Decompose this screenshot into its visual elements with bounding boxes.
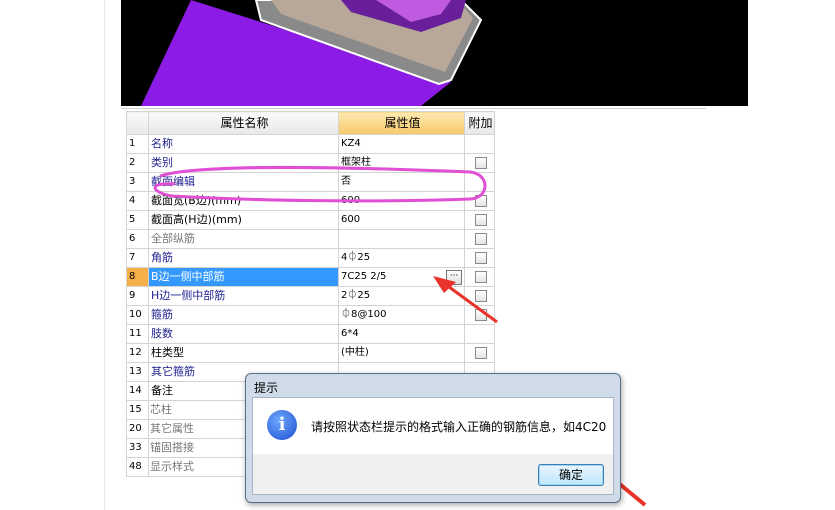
arrow-value xyxy=(433,276,498,324)
prompt-dialog: 提示 i 请按照状态栏提示的格式输入正确的钢筋信息，如4C20 确定 xyxy=(245,373,621,503)
dialog-footer: 确定 xyxy=(252,454,614,495)
dialog-message: 请按照状态栏提示的格式输入正确的钢筋信息，如4C20 xyxy=(311,420,607,434)
ok-button[interactable]: 确定 xyxy=(538,464,604,486)
highlight-ellipse xyxy=(153,165,487,203)
dialog-body: i 请按照状态栏提示的格式输入正确的钢筋信息，如4C20 xyxy=(252,397,614,456)
info-icon: i xyxy=(267,410,297,440)
dialog-title: 提示 xyxy=(254,381,279,395)
